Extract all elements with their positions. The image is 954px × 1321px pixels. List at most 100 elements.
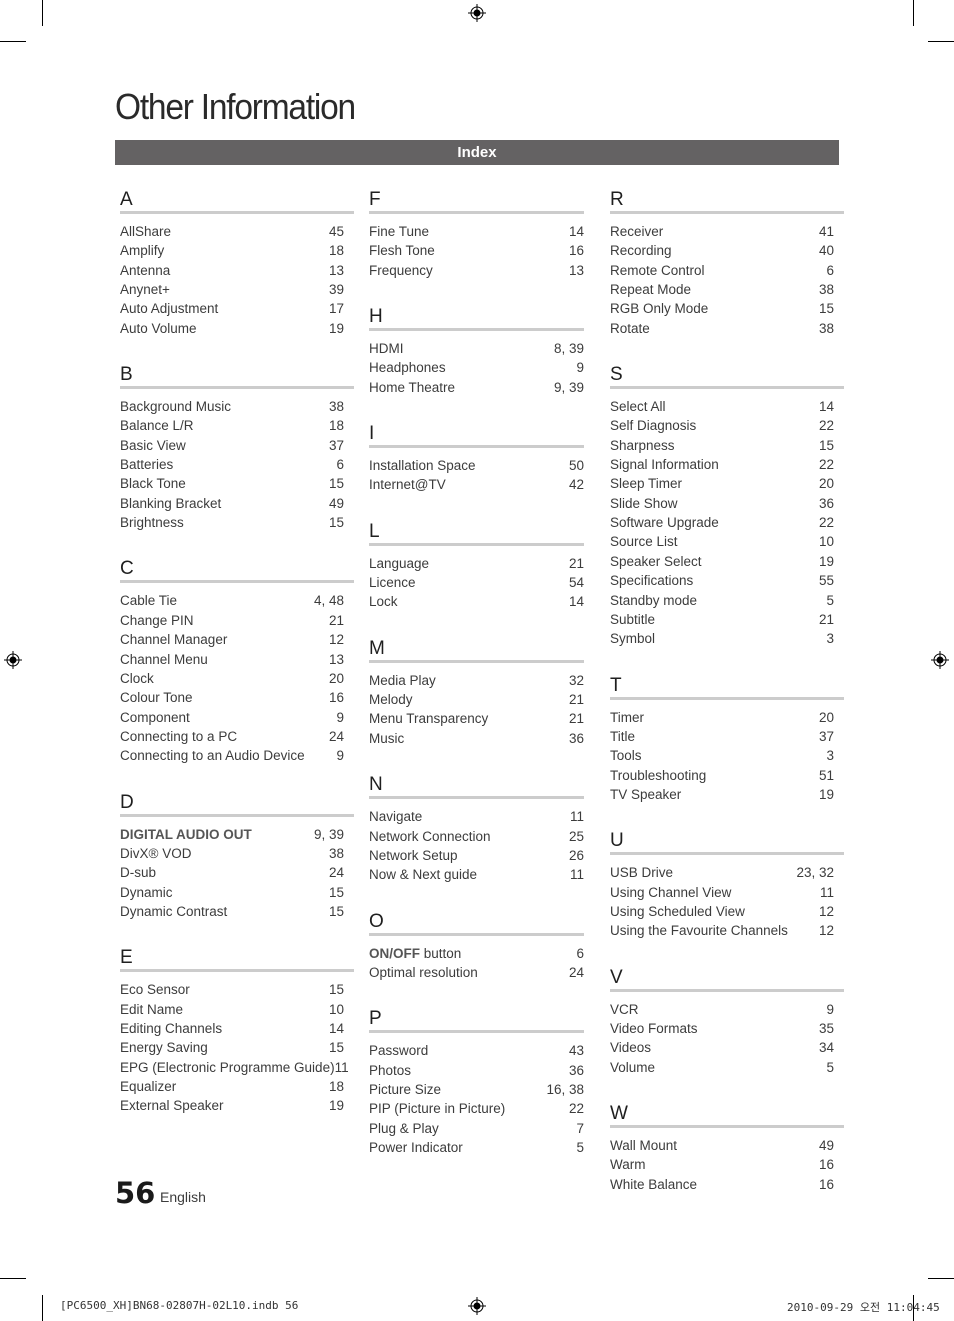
index-entry: Network Setup 26	[369, 846, 584, 865]
index-term: External Speaker	[120, 1098, 224, 1114]
index-page-ref: 7	[576, 1120, 584, 1136]
index-page-ref: 14	[568, 224, 584, 239]
section-divider	[369, 542, 584, 546]
index-term: Symbol	[610, 631, 656, 647]
section-divider	[610, 211, 844, 214]
index-entry: Connecting to a PC 24	[120, 727, 344, 746]
index-term: Amplify	[120, 243, 165, 259]
index-entry: Signal Information 22	[610, 455, 834, 474]
index-entry: Edit Name 10	[120, 1000, 344, 1019]
index-term: Batteries	[120, 457, 174, 473]
index-entry: Connecting to an Audio Device 9	[120, 746, 344, 765]
index-page-ref: 20	[818, 709, 834, 725]
index-entry: External Speaker 19	[120, 1096, 344, 1115]
index-page-ref: 9	[336, 748, 344, 764]
index-term-rest: button	[420, 945, 462, 961]
index-section-r: R Receiver 41 Recording 40 Remote Control 6 Rep…	[610, 186, 844, 338]
index-page-ref: 15	[818, 437, 834, 453]
index-term: Licence	[369, 575, 416, 591]
index-term: Plug & Play	[369, 1120, 439, 1136]
index-entry: White Balance 16	[610, 1175, 834, 1194]
index-term: Password	[369, 1043, 429, 1059]
index-entry: ON/OFF button 6	[369, 944, 584, 963]
index-entry: Balance L/R 18	[120, 416, 344, 435]
index-term: Videos	[610, 1040, 652, 1056]
index-entry: USB Drive 23, 32	[610, 863, 834, 882]
section-divider	[120, 969, 354, 973]
index-term: Power Indicator	[369, 1139, 463, 1155]
section-letter: I	[369, 423, 375, 445]
index-entry: Videos 34	[610, 1038, 834, 1057]
index-term: Now & Next guide	[369, 867, 478, 883]
index-term: Melody	[369, 692, 413, 708]
section-divider	[120, 813, 354, 817]
index-term: Standby mode	[610, 592, 698, 608]
index-term: DIGITAL AUDIO OUT	[120, 825, 252, 844]
index-entry: Brightness 15	[120, 513, 344, 532]
index-term: Language	[369, 555, 430, 571]
index-page-ref: 15	[328, 1040, 344, 1056]
index-page-ref: 21	[328, 612, 344, 628]
section-divider	[120, 580, 354, 584]
index-term: Dynamic	[120, 884, 173, 900]
index-page-ref: 39	[328, 282, 344, 298]
page-number: 56	[115, 1176, 156, 1210]
index-entry: DivX® VOD 38	[120, 844, 344, 863]
index-entry: RGB Only Mode 15	[610, 299, 834, 318]
section-letter: N	[369, 774, 383, 796]
section-letter: A	[120, 189, 133, 210]
crop-mark	[42, 1295, 43, 1321]
section-divider	[369, 796, 584, 800]
index-term: D-sub	[120, 865, 157, 881]
index-section-l: L Language 21 Licence 54 Lock 14	[369, 518, 584, 612]
index-page-ref: 5	[826, 592, 834, 608]
index-page-ref: 19	[818, 786, 834, 802]
index-term: Frequency	[369, 262, 433, 278]
index-entry: Picture Size 16, 38	[369, 1080, 584, 1099]
index-page-ref: 18	[328, 1079, 344, 1094]
index-entry: Batteries 6	[120, 455, 344, 474]
index-term: Colour Tone	[120, 690, 193, 706]
index-entry: Wall Mount 49	[610, 1136, 834, 1155]
index-page-ref: 5	[826, 1059, 834, 1075]
index-term: Picture Size	[369, 1081, 442, 1097]
index-page-ref: 15	[328, 884, 344, 900]
index-page-ref: 21	[568, 555, 584, 571]
index-term: Cable Tie	[120, 593, 178, 609]
index-page-ref: 18	[328, 243, 344, 259]
index-entry: Installation Space 50	[369, 456, 584, 475]
index-page-ref: 13	[568, 262, 584, 278]
index-page-ref: 22	[568, 1101, 584, 1117]
index-term: Balance L/R	[120, 418, 194, 434]
index-entry: Volume 5	[610, 1058, 834, 1077]
registration-mark-icon	[468, 1297, 486, 1315]
index-entry: Equalizer 18	[120, 1077, 344, 1096]
index-entry: Using Channel View 11	[610, 883, 834, 902]
index-column-1: A AllShare 45 Amplify 18 Antenna 13 Anynet+ 39 Au…	[120, 186, 354, 1139]
index-term: TV Speaker	[610, 786, 682, 802]
index-page-ref: 16, 38	[546, 1081, 584, 1097]
index-page-ref: 5	[576, 1139, 584, 1155]
index-entry: Channel Menu 13	[120, 650, 344, 669]
index-entry: Optimal resolution 24	[369, 963, 584, 982]
section-divider	[610, 696, 844, 700]
index-entry: Standby mode 5	[610, 591, 834, 610]
index-page-ref: 8, 39	[553, 341, 584, 357]
index-entry: Password 43	[369, 1041, 584, 1060]
index-term: Remote Control	[610, 262, 705, 278]
index-page-ref: 17	[328, 301, 344, 317]
index-entry: EPG (Electronic Programme Guide) 11	[120, 1058, 349, 1077]
index-term: Installation Space	[369, 458, 476, 474]
index-entry: Repeat Mode 38	[610, 280, 834, 299]
index-term: VCR	[610, 1001, 639, 1017]
index-page-ref: 42	[568, 477, 584, 493]
index-entry: Melody 21	[369, 690, 584, 709]
index-term: EPG (Electronic Programme Guide)	[120, 1059, 335, 1075]
index-term: Self Diagnosis	[610, 418, 697, 434]
index-page-ref: 22	[818, 418, 834, 434]
index-entry: Subtitle 21	[610, 610, 834, 629]
index-entry: Plug & Play 7	[369, 1119, 584, 1138]
index-page-ref: 40	[818, 243, 834, 259]
index-page-ref: 38	[818, 282, 834, 298]
index-term: Clock	[120, 670, 154, 686]
